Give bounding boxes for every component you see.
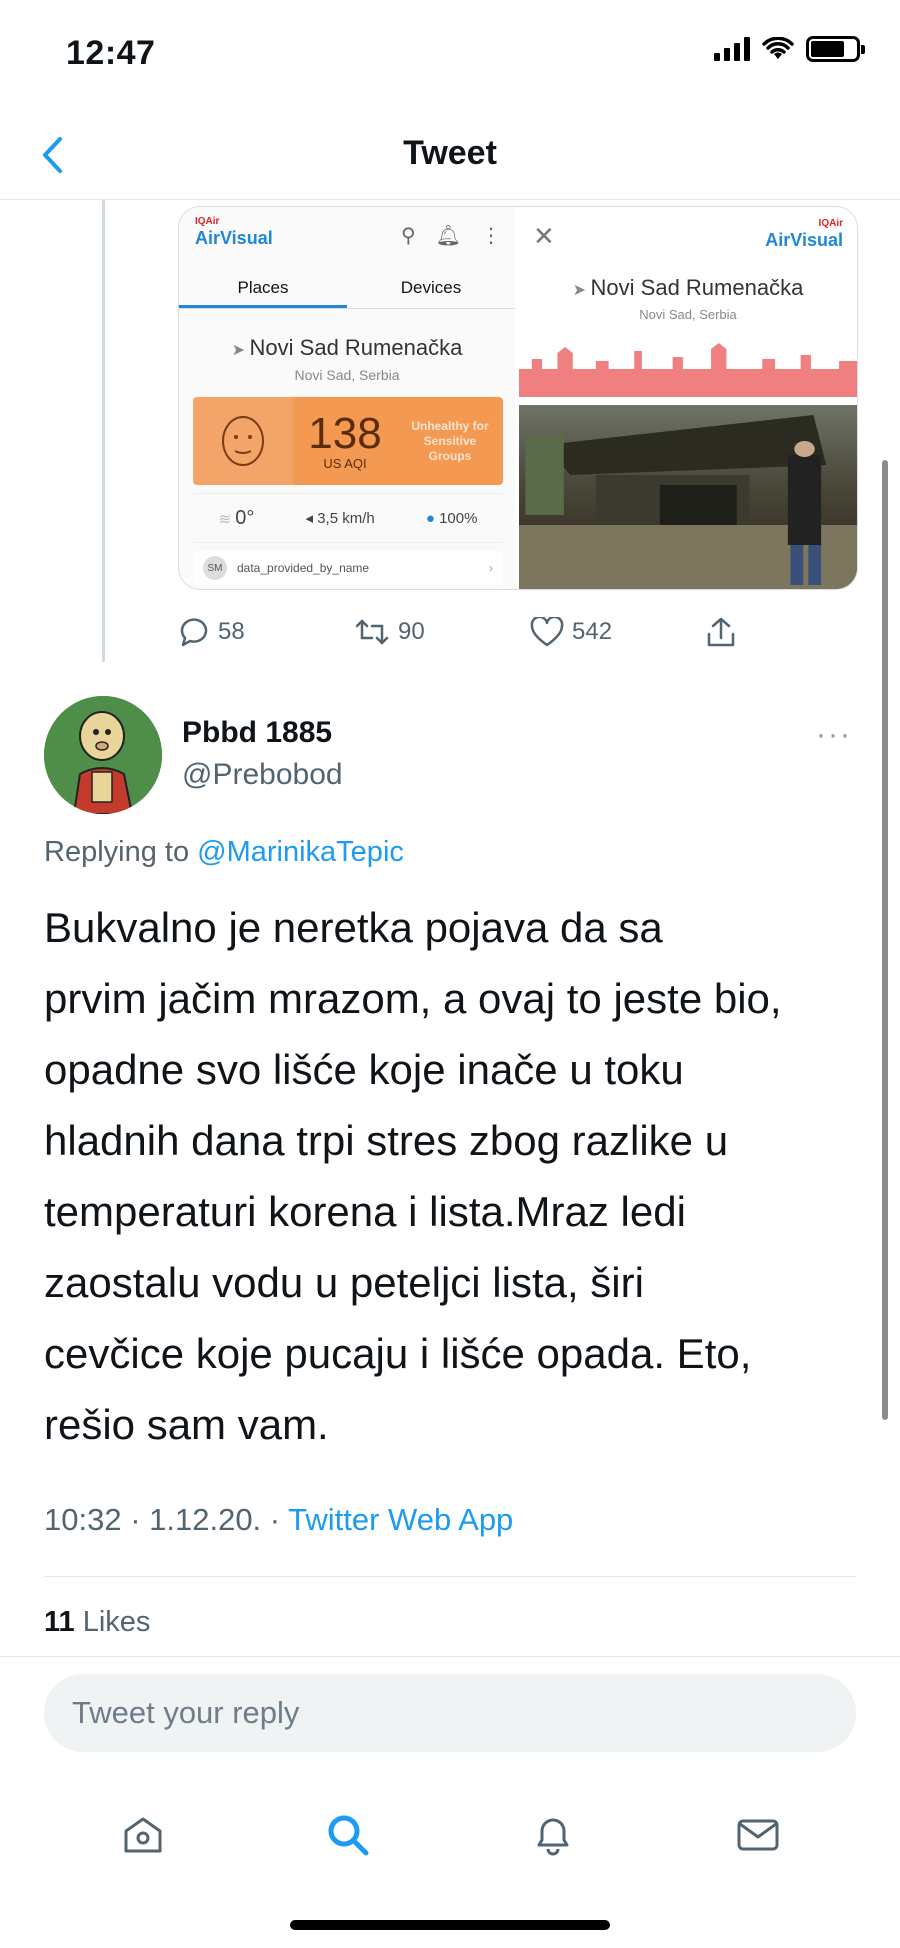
status-bar: 12:47 xyxy=(0,0,900,110)
bottom-tab-bar xyxy=(0,1780,900,1890)
street-photo xyxy=(519,405,857,589)
location-name: Novi Sad Rumenačka xyxy=(590,275,804,300)
provider-row: SM data_provided_by_name › xyxy=(193,551,503,585)
likes-count: 11 xyxy=(44,1606,75,1638)
temperature: 0° xyxy=(235,506,255,529)
aqi-status: Unhealthy for Sensitive Groups xyxy=(411,418,489,463)
battery-icon xyxy=(806,36,865,62)
parent-tweet-actions: 58 90 542 xyxy=(178,608,738,656)
tab-home[interactable] xyxy=(103,1795,183,1875)
home-indicator[interactable] xyxy=(290,1920,610,1930)
status-icons xyxy=(714,36,865,62)
weather-row: ≋ 0° ◂ 3,5 km/h ● 100% xyxy=(193,493,503,543)
city-skyline-illustration xyxy=(519,343,857,397)
app-header-icons: ⚲ 🔔︎ ⋮ xyxy=(401,223,501,248)
more-vertical-icon: ⋮ xyxy=(481,225,501,247)
retweet-icon xyxy=(355,619,389,645)
media-image-airvisual-app[interactable]: IQAir AirVisual ⚲ 🔔︎ ⋮ Places Devices ➤ … xyxy=(179,207,519,589)
scrollbar[interactable] xyxy=(882,460,888,1420)
fog-icon: ≋ xyxy=(218,510,236,528)
media-image-location-photo[interactable]: ✕ IQAir AirVisual ➤ Novi Sad Rumenačka N… xyxy=(519,207,857,589)
tab-messages[interactable] xyxy=(718,1795,798,1875)
notifications-icon xyxy=(537,1818,568,1856)
like-count: 542 xyxy=(572,618,613,645)
app-header: ✕ IQAir AirVisual xyxy=(519,207,857,275)
location-arrow-icon: ➤ xyxy=(572,282,591,299)
share-icon xyxy=(707,617,735,647)
likes-summary[interactable]: 11 Likes xyxy=(44,1606,150,1639)
aqi-value-block: 138 US AQI xyxy=(293,408,397,471)
nav-bar: Tweet xyxy=(0,110,900,200)
bell-icon: 🔔︎ xyxy=(435,225,461,247)
retweet-count: 90 xyxy=(398,618,425,645)
humidity-icon: ● xyxy=(425,509,440,527)
more-options-button[interactable]: ··· xyxy=(816,718,852,752)
likes-label: Likes xyxy=(74,1606,151,1638)
reply-count: 58 xyxy=(218,618,245,645)
like-action[interactable]: 542 xyxy=(530,617,612,647)
reply-input[interactable]: Tweet your reply xyxy=(44,1674,856,1752)
app-tabs: Places Devices xyxy=(179,269,515,309)
airvisual-logo: IQAir AirVisual xyxy=(765,218,843,250)
tweet-source-link[interactable]: Twitter Web App xyxy=(288,1502,513,1537)
app-header: IQAir AirVisual ⚲ 🔔︎ ⋮ xyxy=(179,207,515,269)
user-handle[interactable]: @Prebobod xyxy=(182,758,343,792)
aqi-unit: US AQI xyxy=(323,455,367,471)
tweet-timestamp: 10:32 · 1.12.20. · xyxy=(44,1502,289,1537)
more-horizontal-icon: ··· xyxy=(816,718,852,751)
reply-icon xyxy=(180,618,208,647)
wind-speed: 3,5 km/h xyxy=(317,510,375,527)
provider-text: data_provided_by_name xyxy=(237,561,370,575)
provider-badge: SM xyxy=(203,556,227,580)
location-name-row: ➤ Novi Sad Rumenačka xyxy=(519,275,857,301)
location-name: Novi Sad Rumenačka xyxy=(249,335,463,360)
location-arrow-icon: ➤ xyxy=(231,342,250,359)
face-icon xyxy=(193,397,293,485)
tweet-meta: 10:32 · 1.12.20. · Twitter Web App xyxy=(44,1502,513,1538)
divider xyxy=(44,1576,856,1577)
tab-search[interactable] xyxy=(308,1795,388,1875)
aqi-value: 138 xyxy=(308,408,382,458)
cellular-signal-icon xyxy=(714,37,750,61)
heart-icon xyxy=(530,617,564,647)
tweet-media[interactable]: IQAir AirVisual ⚲ 🔔︎ ⋮ Places Devices ➤ … xyxy=(178,206,858,590)
app-tab-places: Places xyxy=(179,269,347,308)
replying-prefix: Replying to xyxy=(44,836,198,868)
location-sub: Novi Sad, Serbia xyxy=(639,307,737,322)
thread-line xyxy=(102,200,105,662)
page-title: Tweet xyxy=(403,134,497,172)
reply-action[interactable]: 58 xyxy=(178,617,245,647)
share-action[interactable] xyxy=(706,616,736,648)
retweet-action[interactable]: 90 xyxy=(354,618,425,646)
wind-icon: ◂ xyxy=(305,510,318,527)
avatar[interactable] xyxy=(44,696,162,814)
replying-to-link[interactable]: @MarinikaTepic xyxy=(197,836,404,868)
status-time: 12:47 xyxy=(66,34,156,72)
aqi-card: 138 US AQI Unhealthy for Sensitive Group… xyxy=(193,397,503,485)
humidity: 100% xyxy=(439,509,478,527)
app-tab-devices: Devices xyxy=(400,278,462,297)
replying-to: Replying to @MarinikaTepic xyxy=(44,836,404,869)
home-icon xyxy=(124,1817,161,1853)
wifi-icon xyxy=(762,37,794,59)
messages-icon xyxy=(737,1819,778,1851)
display-name[interactable]: Pbbd 1885 xyxy=(182,716,332,750)
chevron-right-icon: › xyxy=(489,561,493,575)
search-icon: ⚲ xyxy=(400,225,416,247)
tab-notifications[interactable] xyxy=(513,1795,593,1875)
tweet-text: Bukvalno je neretka pojava da sa prvim j… xyxy=(44,904,782,1448)
location-sub: Novi Sad, Serbia xyxy=(294,367,400,383)
divider xyxy=(0,1656,900,1657)
close-icon: ✕ xyxy=(533,221,555,251)
search-icon xyxy=(328,1815,368,1856)
app-location: ➤ Novi Sad Rumenačka Novi Sad, Serbia xyxy=(179,309,515,383)
